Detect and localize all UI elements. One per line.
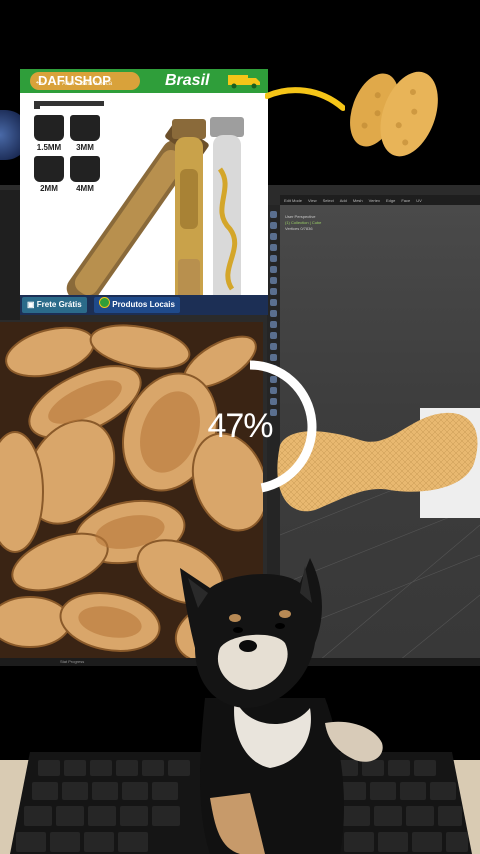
truck-icon [228, 75, 260, 89]
menu-item[interactable]: Mesh [353, 198, 363, 203]
scale-tool-icon[interactable] [270, 255, 277, 262]
menu-item[interactable]: Face [401, 198, 410, 203]
menu-item[interactable]: Edge [386, 198, 395, 203]
store-tagline: Abrir · Bata a boca [62, 81, 113, 87]
menu-item[interactable]: View [308, 198, 317, 203]
badge-label: Produtos Locais [112, 300, 175, 309]
hair-clipper-product-image [66, 117, 244, 307]
local-products-badge[interactable]: Produtos Locais [94, 297, 180, 313]
shiba-dog-image [180, 558, 383, 854]
back-arrow-icon[interactable]: ← [34, 75, 45, 87]
free-shipping-badge[interactable]: ▣ Frete Grátis [22, 297, 87, 313]
status-text: Stat Progress [60, 659, 85, 664]
select-tool-icon[interactable] [270, 211, 277, 218]
progress-percent-label: 47% [207, 407, 273, 445]
move-tool-icon[interactable] [270, 233, 277, 240]
monitor-left-panel [0, 190, 20, 320]
bevel-tool-icon[interactable] [270, 321, 277, 328]
annotate-tool-icon[interactable] [270, 277, 277, 284]
badge-label: Frete Grátis [36, 300, 82, 309]
menu-item[interactable]: Select [323, 198, 334, 203]
extrude-tool-icon[interactable] [270, 299, 277, 306]
cursor-tool-icon[interactable] [270, 222, 277, 229]
rotate-tool-icon[interactable] [270, 244, 277, 251]
menu-item[interactable]: Edit Mode [284, 198, 302, 203]
country-label: Brasil [165, 72, 210, 89]
knife-tool-icon[interactable] [270, 343, 277, 350]
menu-item[interactable]: Vertex [369, 198, 380, 203]
inset-tool-icon[interactable] [270, 310, 277, 317]
viewport-info: User Perspective (1) Collection | Cube V… [285, 214, 321, 232]
flag-brazil-icon [99, 297, 110, 308]
menu-item[interactable]: UV [416, 198, 422, 203]
free-shipping-icon: ▣ [27, 300, 37, 309]
measure-tool-icon[interactable] [270, 288, 277, 295]
viewport-stats-label: Vertices 0/7836 [285, 226, 313, 231]
product-ad-card[interactable]: DAFUSHOP ← Abrir · Bata a boca Brasil 1.… [20, 69, 268, 315]
comb-icon [34, 101, 104, 109]
menu-item[interactable]: Add [340, 198, 347, 203]
peanut-image [350, 71, 438, 157]
loopcut-tool-icon[interactable] [270, 332, 277, 339]
blender-menu-bar: Edit Mode View Select Add Mesh Vertex Ed… [280, 195, 480, 205]
transform-tool-icon[interactable] [270, 266, 277, 273]
